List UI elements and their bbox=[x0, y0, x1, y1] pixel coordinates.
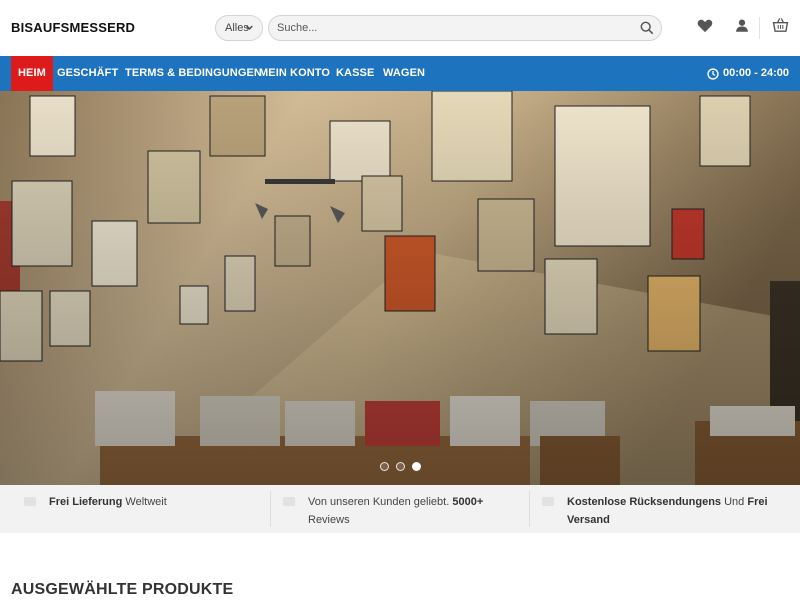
site-logo[interactable]: BISAUFSMESSERD bbox=[11, 20, 135, 35]
feature-divider bbox=[529, 491, 530, 527]
search-icon[interactable] bbox=[640, 21, 654, 35]
opening-hours: 00:00 - 24:00 bbox=[707, 56, 789, 91]
feature-returns-text: Und bbox=[721, 496, 748, 508]
feature-strip: Frei Lieferung Weltweit Von unseren Kund… bbox=[0, 485, 800, 533]
truck-icon bbox=[24, 497, 36, 506]
slider-dot[interactable] bbox=[396, 462, 405, 471]
chevron-down-icon bbox=[246, 25, 253, 30]
feature-divider bbox=[270, 491, 271, 527]
feature-free-delivery-bold: Frei Lieferung bbox=[49, 496, 123, 508]
nav-item-kasse[interactable]: KASSE bbox=[336, 56, 374, 91]
feature-reviews: Von unseren Kunden geliebt. 5000+ Review… bbox=[308, 493, 518, 529]
nav-item-terms[interactable]: TERMS & BEDINGUNGEN bbox=[125, 56, 262, 91]
section-title-featured-products: AUSGEWÄHLTE PRODUKTE bbox=[11, 581, 234, 598]
search-input[interactable] bbox=[268, 15, 662, 41]
header-divider bbox=[759, 17, 760, 39]
hero-slider[interactable] bbox=[0, 91, 800, 485]
nav-item-geschaeft[interactable]: GESCHÄFT bbox=[57, 56, 118, 91]
nav-item-mein-konto[interactable]: MEIN KONTO bbox=[259, 56, 330, 91]
hero-image bbox=[0, 91, 800, 485]
nav-item-wagen[interactable]: WAGEN bbox=[383, 56, 425, 91]
user-icon[interactable] bbox=[735, 18, 749, 33]
site-header: BISAUFSMESSERD Alles bbox=[0, 0, 800, 56]
slider-dot[interactable] bbox=[380, 462, 389, 471]
nav-item-heim[interactable]: HEIM bbox=[11, 56, 53, 91]
heart-icon[interactable] bbox=[697, 18, 713, 33]
clock-icon bbox=[707, 67, 719, 80]
main-nav: HEIM GESCHÄFT TERMS & BEDINGUNGEN MEIN K… bbox=[0, 56, 800, 91]
feature-reviews-text: Von unseren Kunden geliebt. bbox=[308, 496, 453, 508]
feature-returns: Kostenlose Rücksendungens Und Frei Versa… bbox=[567, 493, 789, 529]
slider-dots bbox=[380, 462, 421, 471]
search-bar: Alles bbox=[215, 15, 662, 41]
feature-returns-bold: Kostenlose Rücksendungens bbox=[567, 496, 722, 508]
feature-free-delivery: Frei Lieferung Weltweit bbox=[49, 493, 259, 511]
feature-reviews-text2: Reviews bbox=[308, 514, 350, 526]
feature-reviews-count: 5000+ bbox=[452, 496, 484, 508]
feature-free-delivery-text: Weltweit bbox=[122, 496, 167, 508]
opening-hours-text: 00:00 - 24:00 bbox=[722, 67, 789, 79]
heart-icon bbox=[283, 497, 295, 506]
category-select[interactable]: Alles bbox=[215, 15, 263, 41]
slider-dot-active[interactable] bbox=[412, 462, 421, 471]
cart-icon[interactable] bbox=[772, 17, 789, 33]
return-icon bbox=[542, 497, 554, 506]
